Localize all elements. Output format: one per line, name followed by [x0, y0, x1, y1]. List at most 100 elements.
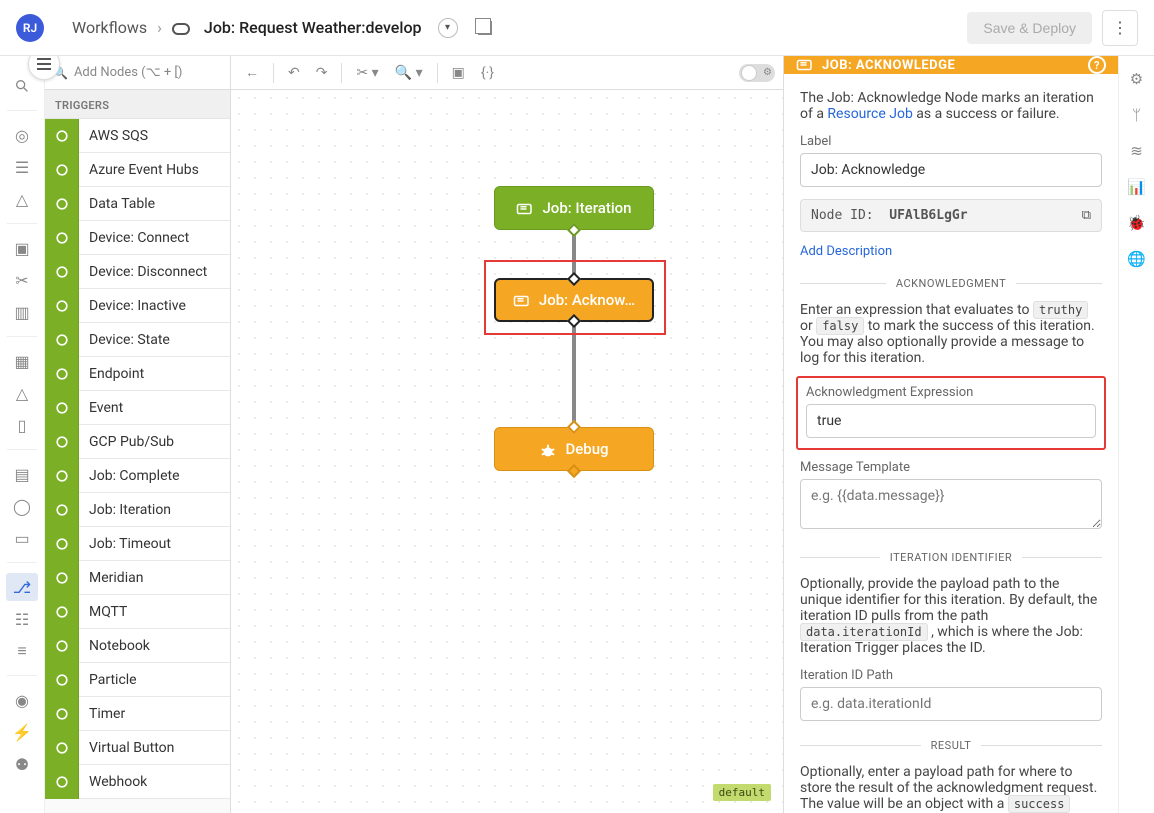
palette-node-label: Device: Connect [79, 230, 189, 246]
iter-path-input[interactable] [800, 687, 1102, 721]
database-icon[interactable]: ≋ [1130, 142, 1143, 160]
users-icon[interactable]: ⚉ [6, 750, 38, 778]
palette-node[interactable]: Device: Connect [45, 221, 230, 255]
chip-icon[interactable]: ▣ [6, 234, 38, 262]
palette-node[interactable]: Meridian [45, 561, 230, 595]
node-type-icon [45, 697, 79, 731]
add-description-link[interactable]: Add Description [800, 244, 1102, 259]
stack-icon[interactable]: ☰ [6, 153, 38, 181]
chart-icon[interactable]: 📊 [1127, 178, 1146, 196]
triangle-icon[interactable]: △ [6, 379, 38, 407]
resource-job-link[interactable]: Resource Job [827, 106, 912, 122]
node-job-iteration[interactable]: Job: Iteration [494, 186, 654, 230]
cut-button[interactable]: ✂ ▾ [350, 61, 384, 85]
workflow-icon[interactable]: ⎇ [6, 573, 38, 601]
add-note-button[interactable]: ▣ [446, 61, 471, 85]
view-toggle[interactable]: ⚙ [739, 64, 775, 82]
help-icon[interactable]: ? [1088, 56, 1106, 74]
palette-node[interactable]: Virtual Button [45, 731, 230, 765]
terminal-icon[interactable]: ▥ [6, 298, 38, 326]
result-section-header: RESULT [800, 739, 1102, 752]
grid-icon[interactable]: ▦ [6, 347, 38, 375]
list-icon[interactable]: ≡ [6, 637, 38, 665]
palette-node[interactable]: Job: Timeout [45, 527, 230, 561]
iter-section-header: ITERATION IDENTIFIER [800, 551, 1102, 564]
ack-expression-input[interactable] [806, 404, 1096, 438]
label-input[interactable] [800, 153, 1102, 187]
alert-icon[interactable]: △ [6, 185, 38, 213]
node-debug[interactable]: Debug [494, 427, 654, 471]
palette-node[interactable]: Webhook [45, 765, 230, 799]
node-type-icon [45, 629, 79, 663]
node-type-icon [45, 765, 79, 799]
breadcrumb: Workflows › Job: Request Weather:develop… [72, 18, 492, 38]
palette-search[interactable]: 🔍 Add Nodes (⌥ + [) [45, 56, 230, 90]
gauge-icon[interactable]: ◎ [6, 121, 38, 149]
palette-node[interactable]: Timer [45, 697, 230, 731]
palette-node-label: Particle [79, 672, 137, 688]
node-type-icon [45, 527, 79, 561]
gear-icon[interactable]: ⚙ [1130, 70, 1143, 88]
flame-icon[interactable]: ◉ [6, 686, 38, 714]
save-deploy-button[interactable]: Save & Deploy [967, 12, 1092, 44]
palette-node[interactable]: AWS SQS [45, 119, 230, 153]
palette-node-label: Meridian [79, 570, 143, 586]
power-icon[interactable]: ◯ [6, 492, 38, 520]
zoom-button[interactable]: 🔍 ▾ [389, 61, 429, 85]
palette-node[interactable]: Job: Complete [45, 459, 230, 493]
code-button[interactable]: {·} [475, 61, 500, 85]
branch-dropdown[interactable]: ▾ [438, 18, 458, 38]
ack-description: Enter an expression that evaluates to tr… [800, 302, 1102, 366]
palette-node[interactable]: Data Table [45, 187, 230, 221]
palette-node[interactable]: Event [45, 391, 230, 425]
redo-button[interactable]: ↷ [310, 61, 334, 85]
palette-node-label: Endpoint [79, 366, 144, 382]
sliders-icon[interactable]: ☷ [6, 605, 38, 633]
breadcrumb-root[interactable]: Workflows [72, 18, 147, 37]
undo-button[interactable]: ↶ [282, 61, 306, 85]
ack-expression-highlight: Acknowledgment Expression [796, 376, 1106, 450]
palette-node[interactable]: Endpoint [45, 357, 230, 391]
avatar[interactable]: RJ [16, 14, 44, 42]
node-job-acknowledge[interactable]: Job: Acknow… [494, 278, 654, 322]
palette-node[interactable]: Device: Inactive [45, 289, 230, 323]
node-label: Debug [565, 440, 608, 458]
message-template-label: Message Template [800, 460, 1102, 475]
palette-section-triggers: TRIGGERS [45, 90, 230, 119]
palette-node[interactable]: Notebook [45, 629, 230, 663]
lightning-icon[interactable]: ⚡ [6, 718, 38, 746]
palette-node-label: Webhook [79, 774, 147, 790]
back-button[interactable]: ← [239, 60, 265, 85]
breadcrumb-separator: › [157, 18, 162, 37]
palette-node[interactable]: Job: Iteration [45, 493, 230, 527]
palette-node[interactable]: Azure Event Hubs [45, 153, 230, 187]
globe-icon[interactable]: 🌐 [1127, 250, 1146, 268]
node-type-icon [45, 493, 79, 527]
more-menu-button[interactable]: ⋮ [1102, 10, 1138, 46]
panel-icon[interactable]: ▤ [6, 460, 38, 488]
node-type-icon [45, 323, 79, 357]
palette-node[interactable]: Device: Disconnect [45, 255, 230, 289]
tools-icon[interactable]: ✂ [6, 266, 38, 294]
gear-icon: ⚙ [763, 67, 772, 78]
bug-icon[interactable]: 🐞 [1127, 214, 1146, 232]
message-template-input[interactable] [800, 479, 1102, 529]
palette-node[interactable]: GCP Pub/Sub [45, 425, 230, 459]
node-type-icon [45, 255, 79, 289]
palette-node[interactable]: Particle [45, 663, 230, 697]
branch-icon[interactable]: ᛘ [1132, 106, 1141, 124]
canvas[interactable]: Job: Iteration Job: Acknow… [231, 90, 783, 813]
properties-header: JOB: ACKNOWLEDGE ? [784, 56, 1118, 74]
squares-icon[interactable]: ▯ [6, 411, 38, 439]
node-type-icon [45, 663, 79, 697]
breadcrumb-current[interactable]: Job: Request Weather:develop [204, 18, 422, 37]
book-icon[interactable]: ▭ [6, 524, 38, 552]
palette-node-label: Device: Inactive [79, 298, 186, 314]
right-rail: ⚙ ᛘ ≋ 📊 🐞 🌐 [1118, 56, 1154, 813]
palette-node[interactable]: MQTT [45, 595, 230, 629]
node-type-icon [45, 289, 79, 323]
copy-icon[interactable] [478, 21, 492, 35]
palette-node[interactable]: Device: State [45, 323, 230, 357]
copy-node-id-icon[interactable]: ⧉ [1082, 208, 1091, 223]
palette-node-label: AWS SQS [79, 128, 148, 144]
